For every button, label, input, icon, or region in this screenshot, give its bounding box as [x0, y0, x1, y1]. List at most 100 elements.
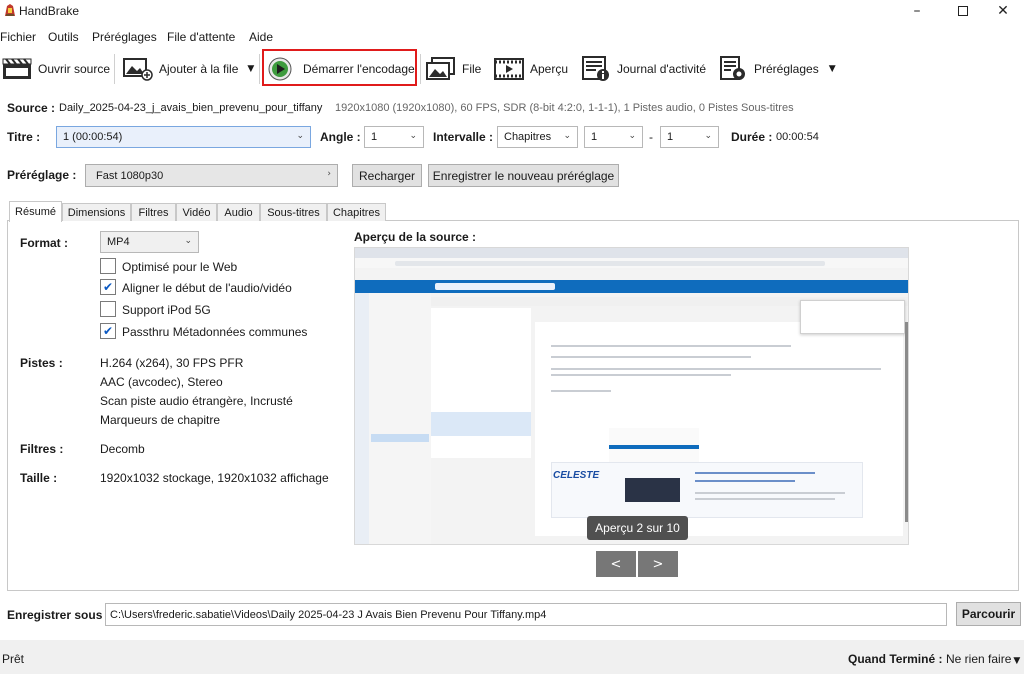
save-as-label: Enregistrer sous : [7, 608, 110, 622]
web-optimized-checkbox[interactable] [100, 258, 116, 274]
preset-value: Fast 1080p30 [96, 169, 164, 182]
tab-summary[interactable]: Résumé [9, 201, 62, 222]
toolbar-separator [259, 54, 260, 84]
minimize-button[interactable]: – [894, 0, 940, 22]
size-value: 1920x1032 stockage, 1920x1032 affichage [100, 471, 329, 485]
chevron-down-icon: ⌄ [184, 236, 192, 246]
duration-value: 00:00:54 [776, 131, 819, 143]
angle-select[interactable]: 1 ⌄ [364, 126, 424, 148]
film-clapper-icon [2, 56, 32, 82]
metadata-passthru-checkbox[interactable]: ✔ [100, 323, 116, 339]
queue-images-icon [426, 56, 456, 82]
menu-outils[interactable]: Outils [48, 30, 79, 44]
menu-file-attente[interactable]: File d'attente [167, 30, 235, 44]
tab-dimensions[interactable]: Dimensions [62, 203, 131, 221]
metadata-passthru-label: Passthru Métadonnées communes [122, 325, 308, 339]
tab-audio[interactable]: Audio [217, 203, 260, 221]
title-label: Titre : [7, 130, 41, 144]
when-done-value: Ne rien faire [946, 652, 1012, 666]
save-path-input[interactable]: C:\Users\frederic.sabatie\Videos\Daily 2… [105, 603, 947, 626]
duration-label: Durée : [731, 130, 773, 144]
chevron-down-icon[interactable]: ▼ [829, 64, 836, 74]
queue-button[interactable]: File [426, 52, 481, 86]
preview-button[interactable]: Aperçu [494, 52, 568, 86]
close-button[interactable]: ✕ [980, 0, 1024, 22]
tracks-label: Pistes : [20, 356, 63, 370]
add-to-queue-button[interactable]: Ajouter à la file ▼ [123, 52, 254, 86]
title-bar [0, 0, 1024, 22]
preview-next-button[interactable]: > [638, 551, 678, 577]
handbrake-app-icon [3, 3, 17, 17]
track-foreign-audio: Scan piste audio étrangère, Incrusté [100, 394, 293, 408]
range-type-select[interactable]: Chapitres ⌄ [497, 126, 578, 148]
tab-video[interactable]: Vidéo [176, 203, 217, 221]
activity-log-button[interactable]: Journal d'activité [581, 52, 706, 86]
film-play-icon [494, 56, 524, 82]
size-label: Taille : [20, 471, 58, 485]
range-end-select[interactable]: 1 ⌄ [660, 126, 719, 148]
chevron-down-icon: ▼ [1013, 656, 1021, 666]
status-text: Prêt [2, 652, 25, 666]
range-start-select[interactable]: 1 ⌄ [584, 126, 643, 148]
range-start-value: 1 [591, 131, 598, 143]
presets-gear-icon [718, 56, 748, 82]
preset-selector[interactable]: Fast 1080p30 › [85, 164, 338, 187]
menu-aide[interactable]: Aide [249, 30, 273, 44]
checkmark-icon: ✔ [102, 324, 114, 338]
format-select[interactable]: MP4 ⌄ [100, 231, 199, 253]
preview-heading: Aperçu de la source : [354, 230, 477, 244]
activity-log-label: Journal d'activité [617, 62, 707, 76]
browse-button[interactable]: Parcourir [956, 602, 1021, 626]
chevron-down-icon: ⌄ [704, 131, 712, 141]
reload-preset-button[interactable]: Recharger [352, 164, 422, 187]
range-label: Intervalle : [433, 130, 494, 144]
filters-label: Filtres : [20, 442, 64, 456]
source-name: Daily_2025-04-23_j_avais_bien_prevenu_po… [59, 102, 323, 114]
source-info: 1920x1080 (1920x1080), 60 FPS, SDR (8-bi… [335, 102, 794, 114]
log-info-icon [581, 56, 611, 82]
format-value: MP4 [107, 236, 130, 248]
track-audio: AAC (avcodec), Stereo [100, 375, 223, 389]
queue-label: File [462, 62, 482, 76]
range-end-value: 1 [667, 131, 674, 143]
checkmark-icon: ✔ [102, 280, 114, 294]
preview-counter-badge: Aperçu 2 sur 10 [587, 516, 688, 540]
window-title: HandBrake [19, 4, 80, 18]
when-done-label: Quand Terminé : [848, 652, 943, 666]
range-separator: - [649, 130, 653, 144]
open-source-label: Ouvrir source [38, 62, 111, 76]
title-select[interactable]: 1 (00:00:54) ⌄ [56, 126, 311, 148]
open-source-button[interactable]: Ouvrir source [2, 52, 110, 86]
ipod-support-label: Support iPod 5G [122, 303, 211, 317]
save-new-preset-button[interactable]: Enregistrer le nouveau préréglage [428, 164, 619, 187]
source-label: Source : [7, 101, 56, 115]
tab-filters[interactable]: Filtres [131, 203, 176, 221]
preset-label: Préréglage : [7, 168, 77, 182]
chevron-down-icon: ⌄ [563, 131, 571, 141]
angle-select-value: 1 [371, 131, 378, 143]
range-type-value: Chapitres [504, 131, 552, 143]
tab-chapters[interactable]: Chapitres [327, 203, 386, 221]
chevron-down-icon: ⌄ [409, 131, 417, 141]
menu-fichier[interactable]: Fichier [0, 30, 36, 44]
align-av-label: Aligner le début de l'audio/vidéo [122, 281, 292, 295]
presets-button[interactable]: Préréglages ▼ [718, 52, 836, 86]
track-chapters: Marqueurs de chapitre [100, 413, 221, 427]
filters-value: Decomb [100, 442, 145, 456]
add-to-queue-label: Ajouter à la file [159, 62, 239, 76]
chevron-right-icon: › [327, 169, 331, 179]
tab-subtitles[interactable]: Sous-titres [260, 203, 327, 221]
menu-prereglages[interactable]: Préréglages [92, 30, 157, 44]
source-preview-image: CELESTE [354, 247, 909, 545]
ipod-support-checkbox[interactable] [100, 301, 116, 317]
when-done-select[interactable]: Ne rien faire ▼ [946, 652, 1020, 666]
preview-label: Aperçu [530, 62, 569, 76]
toolbar-separator [114, 54, 115, 84]
chevron-down-icon: ⌄ [628, 131, 636, 141]
chevron-down-icon[interactable]: ▼ [247, 64, 254, 74]
start-encode-highlight [262, 49, 417, 86]
preview-prev-button[interactable]: < [596, 551, 636, 577]
align-av-checkbox[interactable]: ✔ [100, 279, 116, 295]
angle-label: Angle : [320, 130, 361, 144]
presets-label: Préréglages [754, 62, 819, 76]
